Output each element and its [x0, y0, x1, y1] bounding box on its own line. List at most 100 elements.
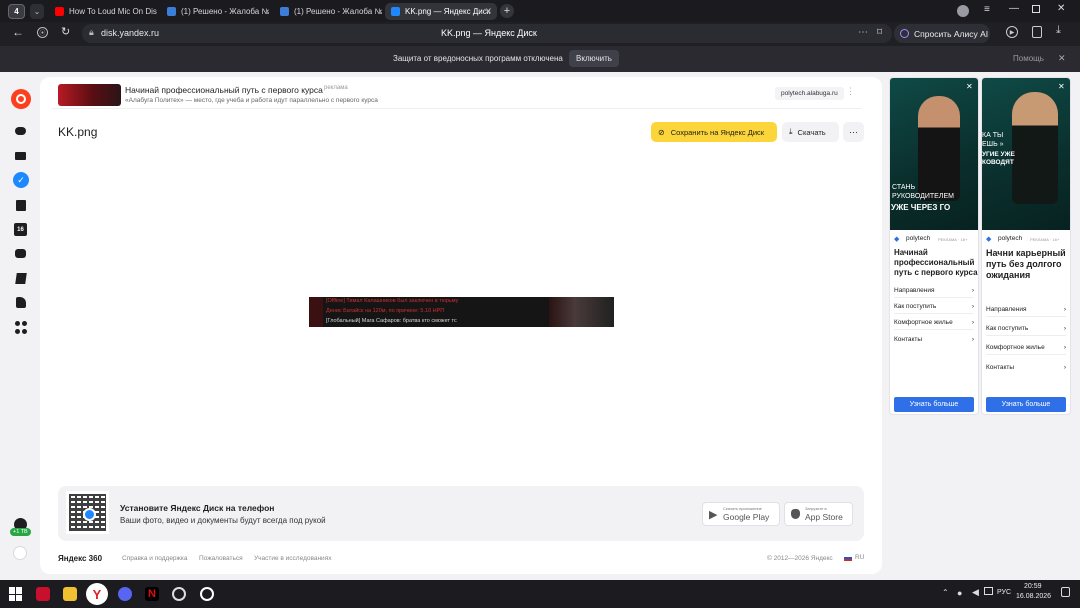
preview-right-strip — [549, 297, 614, 327]
tab-complaint-2[interactable]: (1) Решено - Жалоба №14 — [274, 3, 382, 20]
more-icon[interactable]: ⋯ — [858, 27, 868, 38]
tray-volume-icon[interactable]: ◀ — [972, 587, 979, 598]
app-store-badge[interactable]: Загрузите в App Store — [784, 502, 853, 526]
reload-icon[interactable]: ↻ — [61, 25, 70, 38]
menu-icon[interactable]: ≡ — [984, 4, 990, 15]
ad-2-menu-item[interactable]: Комфортное жилье › — [986, 341, 1066, 355]
file-explorer-icon[interactable] — [63, 587, 77, 601]
github-icon[interactable] — [172, 587, 186, 601]
more-actions-button[interactable]: ⋯ — [843, 122, 864, 142]
bird-icon[interactable] — [13, 546, 27, 560]
maximize-icon[interactable] — [1032, 5, 1040, 13]
footer-link-report[interactable]: Пожаловаться — [199, 555, 243, 562]
tab-title: How To Loud Mic On Disc — [69, 7, 157, 16]
ad-2-polytech-icon: ◆ — [986, 236, 992, 243]
profile-avatar[interactable] — [957, 5, 969, 17]
tab-complaint-1[interactable]: (1) Решено - Жалоба №14 — [161, 3, 269, 20]
clock-time[interactable]: 20:59 — [1024, 583, 1042, 590]
ad-1-polytech-icon: ◆ — [894, 236, 900, 243]
ad-1-menu-item[interactable]: Контакты › — [894, 332, 974, 346]
image-preview[interactable]: [Offline] Тимал Калашников был заключен … — [309, 297, 614, 327]
ad-2-menu-item[interactable]: Направления › — [986, 303, 1066, 317]
messenger-icon[interactable] — [14, 296, 27, 309]
address-bar[interactable]: 🔒︎ disk.yandex.ru KK.png — Яндекс Диск ⋯… — [82, 24, 892, 43]
close-tab-icon[interactable]: ✕ — [484, 6, 492, 17]
tab-youtube[interactable]: How To Loud Mic On Disc — [49, 3, 157, 20]
footer-link-research[interactable]: Участие в исследованиях — [254, 555, 331, 562]
ad-1-menu-item[interactable]: Комфортное жилье › — [894, 316, 974, 330]
download-button[interactable]: ⤓ Скачать — [782, 122, 839, 142]
tab-yandex-disk[interactable]: KK.png — Яндекс Диск ✕ — [385, 3, 497, 20]
ad-1-headline: Начинай профессиональный путь с первого … — [894, 248, 978, 277]
collections-icon[interactable] — [1032, 26, 1042, 38]
file-name: KK.png — [58, 125, 98, 139]
yandex-360-logo-icon[interactable] — [11, 89, 31, 109]
qr-code[interactable] — [66, 491, 109, 534]
bookmark-icon[interactable]: ⌑ — [877, 27, 882, 38]
help-link[interactable]: Помощь — [1013, 54, 1044, 63]
ad-2-brand: polytech — [998, 235, 1023, 242]
ad-domain-chip[interactable]: polytech.alabuga.ru — [775, 87, 844, 100]
ad-1-close-icon[interactable]: ✕ — [966, 82, 973, 91]
close-bar-icon[interactable]: ✕ — [1058, 53, 1066, 64]
steam-icon[interactable] — [200, 587, 214, 601]
enable-label: Включить — [576, 54, 612, 63]
alice-button[interactable]: Спросить Алису AI — [894, 24, 990, 43]
ad-1-cta-button[interactable]: Узнать больше — [894, 397, 974, 412]
yandex-browser-icon[interactable]: Y — [86, 583, 108, 605]
window-close-icon[interactable]: ✕ — [1057, 3, 1065, 14]
save-to-disk-button[interactable]: ⊘ Сохранить на Яндекс Диск — [651, 122, 777, 142]
save-label: Сохранить на Яндекс Диск — [670, 127, 765, 137]
footer-link-help[interactable]: Справка и поддержка — [122, 555, 188, 562]
right-ad-2[interactable]: КА ТЫ ЕШЬ » УГИЕ УЖЕ КОВОДЯТ ✕ ◆ polytec… — [981, 77, 1071, 415]
minimize-icon[interactable]: — — [1009, 3, 1019, 14]
promo-subtitle: Ваши фото, видео и документы будут всегд… — [120, 516, 326, 525]
netflix-icon[interactable]: N — [145, 587, 159, 601]
tab-counter[interactable]: 4 — [8, 4, 25, 19]
disk-link-icon: ⊘ — [658, 127, 665, 137]
ad-2-menu-item[interactable]: Как поступить › — [986, 322, 1066, 336]
download-icon[interactable]: ⤓ — [1056, 24, 1061, 37]
enable-protection-button[interactable]: Включить — [569, 50, 619, 67]
ad-1-menu-item[interactable]: Направления › — [894, 284, 974, 298]
tray-mic-icon[interactable]: ● — [957, 588, 962, 598]
apple-icon — [791, 509, 800, 519]
windows-start-icon[interactable] — [9, 587, 23, 601]
tabs-dropdown-icon[interactable]: ⌄ — [30, 4, 44, 19]
telemost-icon[interactable] — [14, 247, 27, 260]
google-play-badge[interactable]: ▶ Скачать приложение Google Play — [702, 502, 780, 526]
right-ad-1[interactable]: СТАНЬ РУКОВОДИТЕЛЕМ УЖЕ ЧЕРЕЗ ГО ✕ ◆ pol… — [889, 77, 979, 415]
preview-line-1: [Offline] Тимал Калашников был заключен … — [326, 298, 459, 304]
storage-badge[interactable]: +1 TB — [10, 528, 31, 536]
ad-2-menu-item[interactable]: Контакты › — [986, 360, 1066, 374]
notes-icon[interactable] — [14, 272, 27, 285]
protect-shield-icon[interactable]: ⦿ — [37, 27, 48, 38]
top-ad-banner[interactable]: Начинай профессиональный путь с первого … — [52, 81, 862, 109]
mail-icon[interactable] — [14, 149, 27, 162]
discord-icon[interactable] — [118, 587, 132, 601]
ad-subtitle: «Алабуга Политех» — место, где учеба и р… — [125, 97, 378, 104]
lang-switcher[interactable]: RU — [844, 554, 864, 561]
clock-date[interactable]: 16.08.2026 — [1016, 593, 1051, 600]
ad-2-close-icon[interactable]: ✕ — [1058, 82, 1065, 91]
notifications-icon[interactable] — [1061, 587, 1070, 597]
play-icon[interactable]: ▶ — [1006, 26, 1018, 38]
preview-left-strip — [309, 297, 323, 327]
footer-brand[interactable]: Яндекс 360 — [58, 554, 102, 563]
ad-2-cta-button[interactable]: Узнать больше — [986, 397, 1066, 412]
new-tab-button[interactable]: + — [500, 4, 514, 18]
ad-1-menu-item[interactable]: Как поступить › — [894, 300, 974, 314]
cloud-icon[interactable] — [14, 124, 27, 137]
app-store-small: Загрузите в — [805, 506, 827, 511]
google-play-icon: ▶ — [709, 509, 718, 521]
calendar-icon[interactable]: 16 — [14, 223, 27, 236]
tray-chevron-icon[interactable]: ⌃ — [942, 588, 949, 597]
apps-grid-icon[interactable] — [14, 321, 27, 334]
tray-monitor-icon[interactable] — [984, 587, 993, 595]
keyboard-lang[interactable]: РУС — [997, 589, 1011, 596]
ad-more-icon[interactable]: ⋮ — [846, 86, 855, 97]
documents-icon[interactable] — [14, 199, 27, 212]
back-arrow-icon[interactable]: ← — [12, 25, 24, 39]
disk-icon[interactable]: ✓ — [13, 172, 29, 188]
app-red-icon[interactable] — [36, 587, 50, 601]
